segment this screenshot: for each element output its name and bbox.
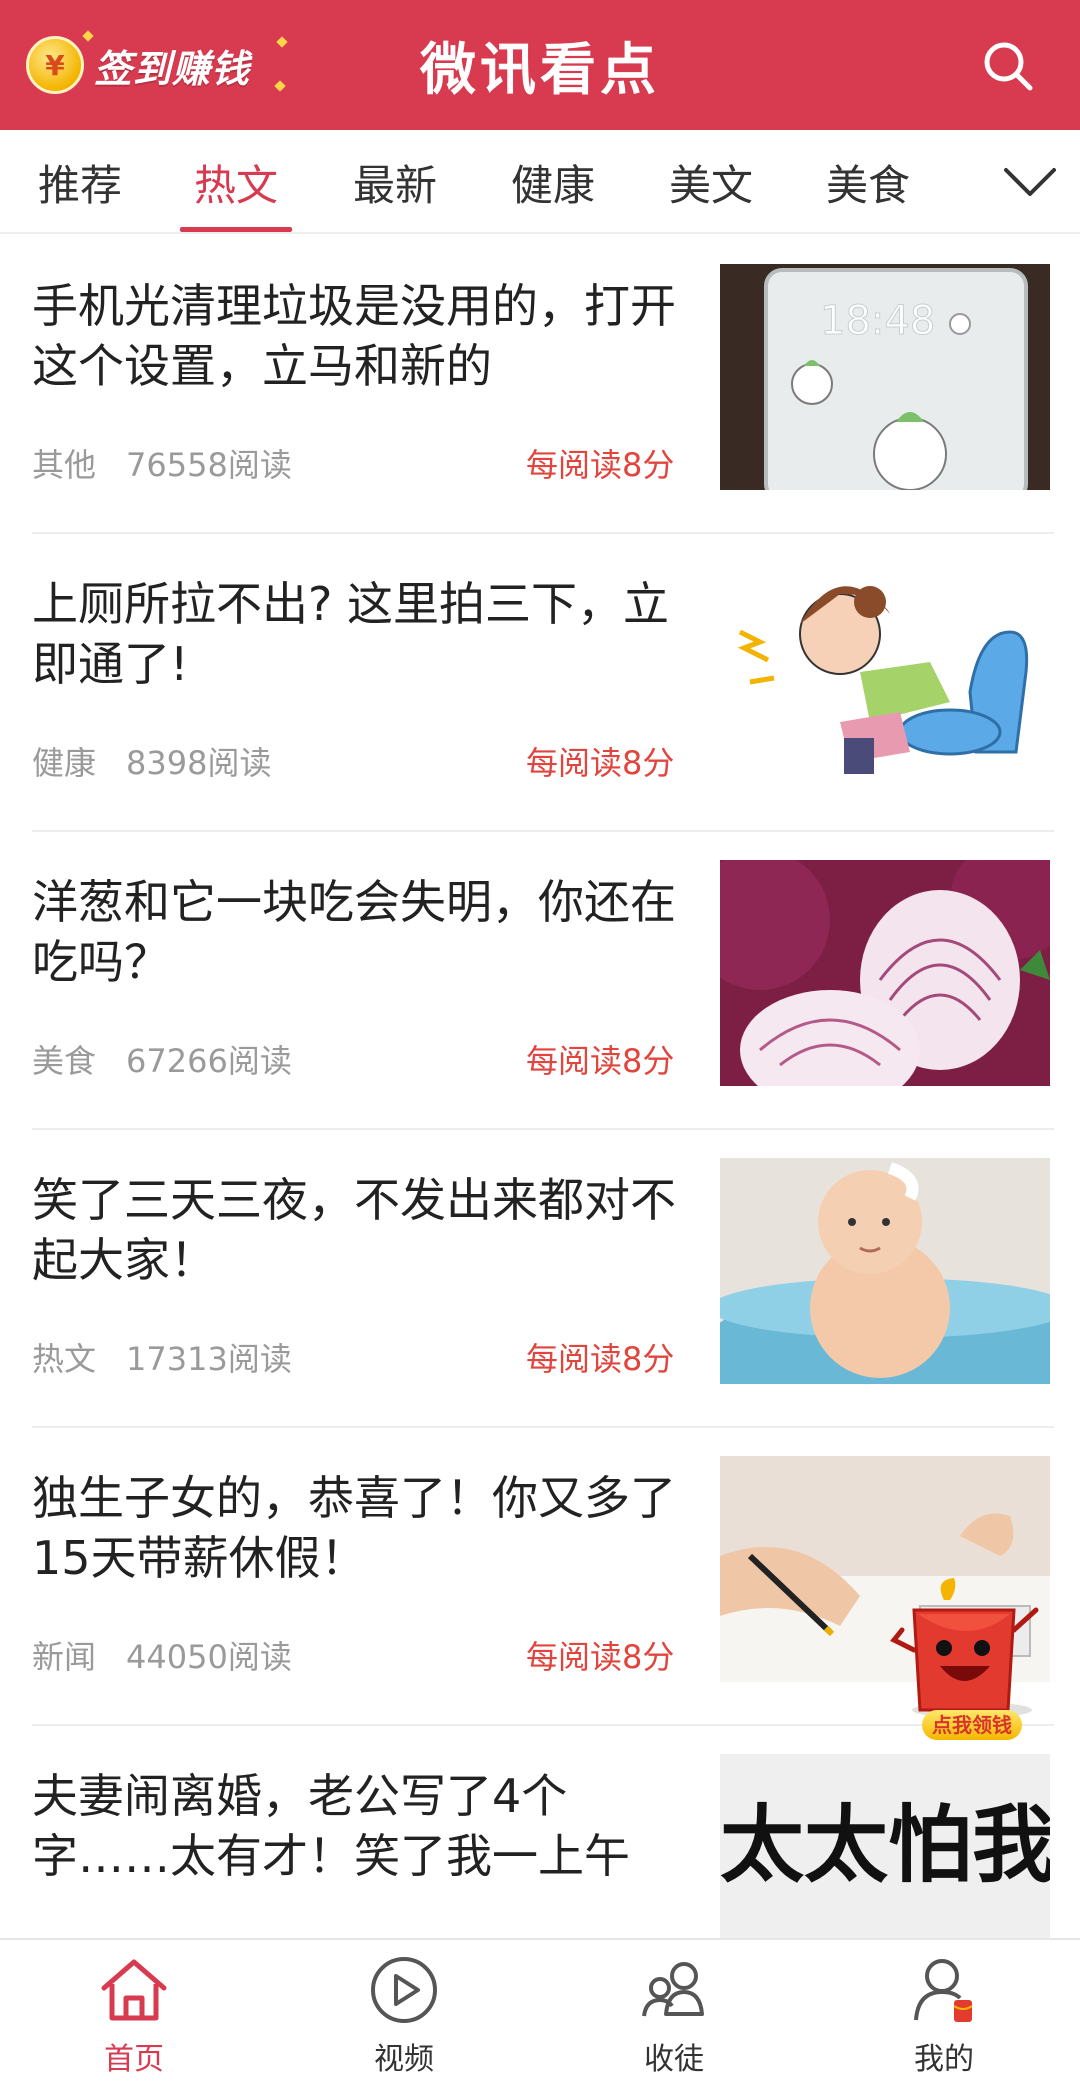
search-button[interactable] bbox=[980, 38, 1036, 94]
article-reward: 每阅读8分 bbox=[526, 446, 675, 484]
nav-apprentice[interactable]: 收徒 bbox=[604, 1954, 744, 2077]
tab-health[interactable]: 健康 bbox=[493, 130, 613, 234]
article-reward: 每阅读8分 bbox=[526, 1638, 675, 1676]
search-icon bbox=[984, 42, 1033, 91]
sparkle-icon bbox=[274, 80, 286, 92]
article-thumbnail: 18:48 bbox=[720, 264, 1050, 490]
tab-food[interactable]: 美食 bbox=[808, 130, 928, 234]
article-title: 手机光清理垃圾是没用的，打开这个设置，立马和新的 bbox=[32, 279, 676, 393]
article-meta: 美食 67266阅读 bbox=[32, 1036, 292, 1082]
article-item[interactable]: 上厕所拉不出? 这里拍三下，立即通了! 健康 8398阅读 每阅读8分 bbox=[0, 534, 1080, 832]
article-category: 新闻 bbox=[32, 1638, 97, 1676]
nav-video-label: 视频 bbox=[374, 2042, 434, 2077]
article-thumbnail bbox=[720, 860, 1050, 1086]
more-tabs-button[interactable] bbox=[1002, 156, 1058, 208]
checkin-earn-button[interactable]: ¥ 签到赚钱 bbox=[26, 30, 288, 100]
article-reads: 76558阅读 bbox=[126, 446, 292, 484]
article-meta: 其他 76558阅读 bbox=[32, 440, 292, 486]
app-header: ¥ 签到赚钱 微讯看点 bbox=[0, 0, 1080, 130]
red-envelope-promo[interactable]: 点我领钱 bbox=[884, 1570, 1060, 1748]
coin-icon: ¥ bbox=[26, 36, 84, 94]
app-title: 微讯看点 bbox=[420, 37, 660, 103]
nav-home[interactable]: 首页 bbox=[64, 1954, 204, 2077]
article-title: 洋葱和它一块吃会失明，你还在吃吗？ bbox=[32, 875, 676, 989]
article-category: 其他 bbox=[32, 446, 97, 484]
article-reward: 每阅读8分 bbox=[526, 1042, 675, 1080]
article-meta: 健康 8398阅读 bbox=[32, 738, 271, 784]
article-reward: 每阅读8分 bbox=[526, 744, 675, 782]
category-tabs: 推荐 热文 最新 健康 美文 美食 bbox=[0, 130, 1080, 234]
chevron-down-icon bbox=[1004, 168, 1056, 196]
tab-recommend[interactable]: 推荐 bbox=[20, 130, 140, 234]
sparkle-icon bbox=[276, 36, 288, 48]
article-item[interactable]: 手机光清理垃圾是没用的，打开这个设置，立马和新的 其他 76558阅读 每阅读8分… bbox=[0, 236, 1080, 534]
bottom-navigation: 首页 视频 收徒 我的 bbox=[0, 1938, 1080, 2082]
article-title: 夫妻闹离婚，老公写了4个字……太有才！笑了我一上午 bbox=[32, 1769, 630, 1883]
article-reads: 8398阅读 bbox=[126, 744, 272, 782]
article-reads: 67266阅读 bbox=[126, 1042, 292, 1080]
article-title: 笑了三天三夜，不发出来都对不起大家！ bbox=[32, 1173, 676, 1287]
article-meta: 热文 17313阅读 bbox=[32, 1334, 292, 1380]
svg-text:18:48: 18:48 bbox=[820, 298, 935, 344]
article-thumbnail bbox=[720, 1158, 1050, 1384]
article-title: 独生子女的，恭喜了！你又多了15天带薪休假！ bbox=[32, 1471, 676, 1585]
nav-apprentice-label: 收徒 bbox=[644, 2042, 704, 2077]
user-icon bbox=[914, 1959, 973, 2022]
tab-hot[interactable]: 热文 bbox=[176, 130, 296, 234]
sparkle-icon bbox=[82, 30, 94, 42]
nav-profile-label: 我的 bbox=[914, 2042, 974, 2077]
article-meta: 新闻 44050阅读 bbox=[32, 1632, 292, 1678]
article-reads: 44050阅读 bbox=[126, 1638, 292, 1676]
checkin-label: 签到赚钱 bbox=[94, 46, 251, 91]
article-thumbnail bbox=[720, 562, 1050, 788]
svg-text:太太怕我: 太太怕我 bbox=[720, 1795, 1050, 1894]
tab-essays[interactable]: 美文 bbox=[651, 130, 771, 234]
article-thumbnail: 太太怕我 bbox=[720, 1754, 1050, 1938]
promo-badge: 点我领钱 bbox=[922, 1710, 1022, 1740]
play-icon bbox=[371, 1957, 437, 2023]
nav-video[interactable]: 视频 bbox=[334, 1954, 474, 2077]
users-icon bbox=[642, 1962, 704, 2017]
article-category: 热文 bbox=[32, 1340, 97, 1378]
nav-profile[interactable]: 我的 bbox=[874, 1954, 1014, 2077]
article-reward: 每阅读8分 bbox=[526, 1340, 675, 1378]
article-item[interactable]: 笑了三天三夜，不发出来都对不起大家！ 热文 17313阅读 每阅读8分 bbox=[0, 1130, 1080, 1428]
article-reads: 17313阅读 bbox=[126, 1340, 292, 1378]
home-icon bbox=[101, 1959, 167, 2021]
red-envelope-mascot-icon bbox=[890, 1578, 1039, 1718]
article-title: 上厕所拉不出? 这里拍三下，立即通了! bbox=[32, 577, 670, 691]
article-category: 美食 bbox=[32, 1042, 97, 1080]
tab-latest[interactable]: 最新 bbox=[335, 130, 455, 234]
nav-home-label: 首页 bbox=[104, 2042, 164, 2077]
article-item[interactable]: 夫妻闹离婚，老公写了4个字……太有才！笑了我一上午 太太怕我 bbox=[0, 1726, 1080, 1938]
article-item[interactable]: 洋葱和它一块吃会失明，你还在吃吗？ 美食 67266阅读 每阅读8分 bbox=[0, 832, 1080, 1130]
article-category: 健康 bbox=[32, 744, 97, 782]
